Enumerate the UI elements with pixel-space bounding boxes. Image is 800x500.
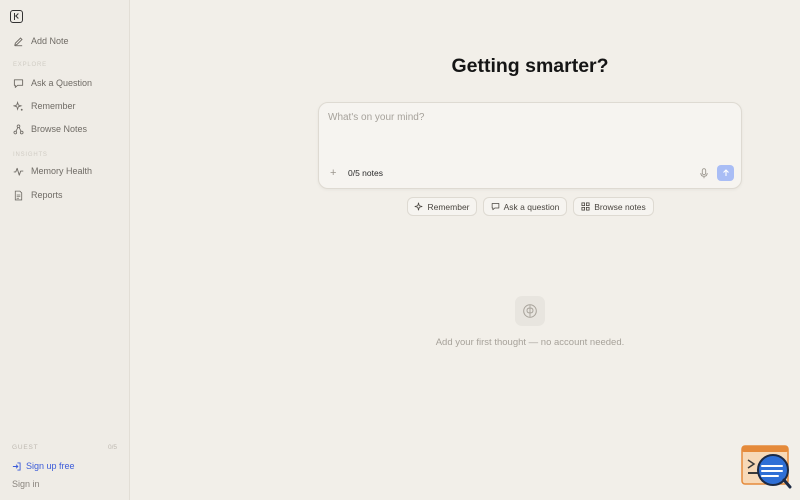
sidebar-item-label: Memory Health — [31, 166, 93, 176]
sign-in-link[interactable]: Sign in — [12, 479, 40, 489]
sidebar-item-label: Browse Notes — [31, 124, 88, 134]
sidebar-item-memory-health[interactable]: Memory Health — [13, 163, 92, 179]
browse-notes-chip[interactable]: Browse notes — [573, 197, 654, 216]
sidebar-item-label: Remember — [31, 101, 76, 111]
send-button[interactable] — [717, 165, 734, 181]
sidebar-item-label: Add Note — [31, 36, 69, 46]
chat-bubble-icon — [13, 78, 24, 89]
sidebar-item-label: Ask a Question — [31, 78, 93, 88]
note-composer: + 0/5 notes — [318, 102, 742, 189]
chat-bubble-icon — [491, 202, 500, 211]
sidebar-item-label: Reports — [31, 190, 63, 200]
pulse-icon — [13, 166, 24, 177]
sidebar: Add Note EXPLORE Ask a Question Remember… — [0, 0, 130, 500]
login-icon — [12, 461, 21, 471]
guest-label: GUEST — [12, 444, 39, 451]
grid-icon — [581, 202, 590, 211]
arrow-up-icon — [722, 169, 729, 176]
sign-up-label: Sign up free — [26, 461, 75, 471]
remember-chip[interactable]: Remember — [407, 197, 477, 216]
plus-icon[interactable]: + — [330, 166, 336, 180]
sidebar-item-browse-notes[interactable]: Browse Notes — [13, 121, 87, 137]
pencil-icon — [13, 36, 24, 47]
sign-up-link[interactable]: Sign up free — [12, 461, 75, 471]
microphone-icon[interactable] — [699, 167, 709, 179]
note-count: 0/5 notes — [348, 168, 383, 178]
chip-label: Ask a question — [503, 201, 560, 212]
chip-label: Browse notes — [594, 201, 646, 212]
sidebar-section-insights: INSIGHTS — [13, 152, 48, 158]
sidebar-item-add-note[interactable]: Add Note — [13, 33, 69, 49]
document-icon — [13, 190, 24, 201]
page-title: Getting smarter? — [451, 55, 609, 77]
sidebar-item-ask-question[interactable]: Ask a Question — [13, 75, 92, 91]
sparkle-icon — [414, 202, 423, 211]
sidebar-item-remember[interactable]: Remember — [13, 98, 76, 114]
graph-icon — [13, 124, 24, 135]
sparkle-icon — [13, 100, 24, 112]
brain-icon — [515, 296, 545, 326]
empty-state-text: Add your first thought — no account need… — [435, 337, 625, 348]
ask-question-chip[interactable]: Ask a question — [483, 197, 567, 216]
guest-note-count: 0/5 — [108, 444, 118, 451]
sidebar-item-reports[interactable]: Reports — [13, 187, 63, 203]
note-input[interactable] — [328, 112, 728, 123]
help-widget-button[interactable] — [740, 444, 792, 490]
sidebar-collapse-icon[interactable] — [10, 10, 23, 23]
sidebar-section-explore: EXPLORE — [13, 62, 47, 68]
chip-label: Remember — [427, 201, 470, 212]
